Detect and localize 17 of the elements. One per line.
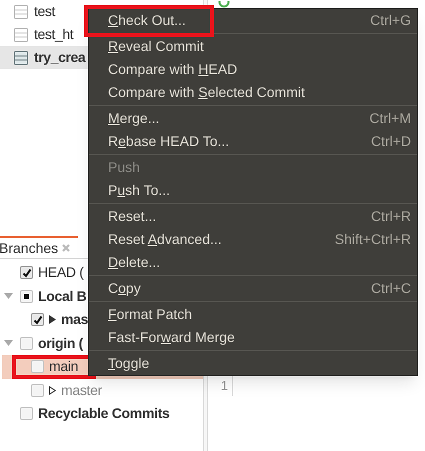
repository-label: test_ht [34, 25, 74, 44]
shortcut-label: Ctrl+G [370, 11, 411, 30]
repository-label: test [34, 2, 55, 21]
repository-label: try_crea [34, 48, 86, 67]
tree-label: HEAD ( [38, 263, 84, 282]
tree-label: origin ( [38, 334, 84, 353]
tree-label: mas [61, 310, 88, 330]
shortcut-label: Ctrl+D [370, 132, 411, 151]
tree-label: main [49, 357, 78, 376]
line-number: 1 [220, 377, 228, 395]
tree-label: master [61, 380, 102, 400]
tree-label: Local B [38, 286, 86, 306]
tree-label: Recyclable Commits [38, 404, 170, 424]
shortcut-label: Ctrl+R [370, 207, 411, 226]
shortcut-label: Ctrl+M [369, 109, 411, 128]
shortcut-label: Shift+Ctrl+R [334, 230, 411, 249]
shortcut-label: Ctrl+C [370, 279, 411, 298]
